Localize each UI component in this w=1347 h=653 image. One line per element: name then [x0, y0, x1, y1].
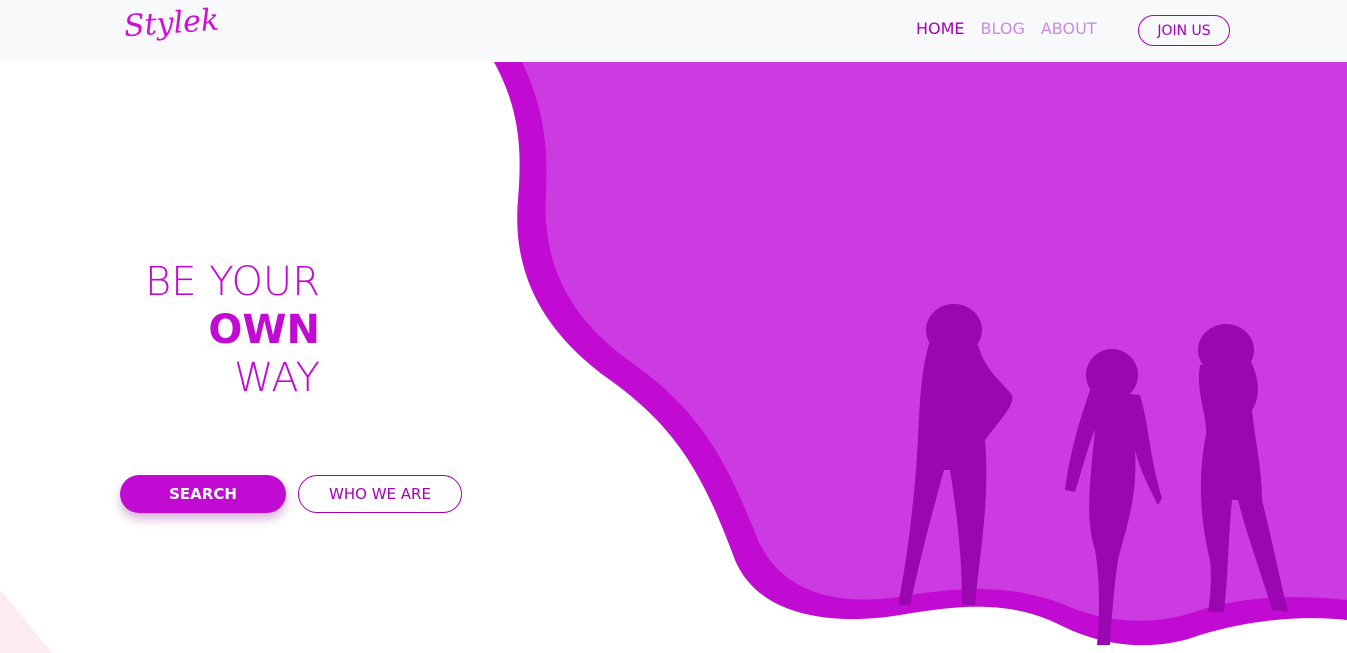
corner-decoration — [0, 590, 52, 653]
main-nav: HOME BLOG ABOUT — [916, 19, 1097, 38]
hero-headline: BE YOUR OWN WAY — [100, 258, 320, 402]
headline-line-2: OWN — [208, 307, 320, 353]
join-us-button[interactable]: JOIN US — [1138, 15, 1230, 46]
nav-blog[interactable]: BLOG — [981, 19, 1025, 38]
headline-line-1: BE YOUR — [145, 259, 320, 305]
search-button[interactable]: SEARCH — [120, 475, 286, 513]
nav-about[interactable]: ABOUT — [1041, 19, 1097, 38]
navbar: Stylek HOME BLOG ABOUT JOIN US — [0, 0, 1347, 62]
nav-home[interactable]: HOME — [916, 19, 965, 38]
who-we-are-button[interactable]: WHO WE ARE — [298, 475, 462, 513]
headline-line-3: WAY — [233, 355, 320, 401]
brand-logo[interactable]: Stylek — [123, 3, 220, 45]
